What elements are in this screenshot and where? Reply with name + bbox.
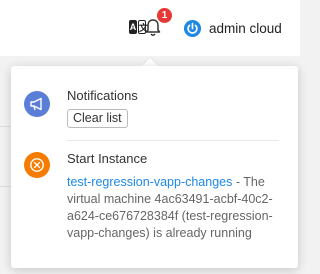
cancel-icon xyxy=(24,152,50,178)
megaphone-icon xyxy=(24,91,50,117)
instance-link[interactable]: test-regression-vapp-changes xyxy=(67,175,232,189)
clear-list-button[interactable]: Clear list xyxy=(67,109,128,128)
notification-title: Start Instance xyxy=(67,151,148,166)
dropdown-caret xyxy=(142,58,158,66)
user-menu[interactable]: admin cloud xyxy=(183,18,282,38)
notifications-dropdown: Notifications Clear list Start Instance … xyxy=(11,66,298,268)
user-name: admin cloud xyxy=(209,20,282,36)
divider xyxy=(67,140,279,141)
notification-count-badge: 1 xyxy=(157,8,172,23)
power-icon xyxy=(183,19,202,37)
top-header: A文 1 admin cloud xyxy=(0,0,300,56)
notifications-title: Notifications xyxy=(67,88,138,103)
notification-message: test-regression-vapp-changes - The virtu… xyxy=(67,174,279,242)
